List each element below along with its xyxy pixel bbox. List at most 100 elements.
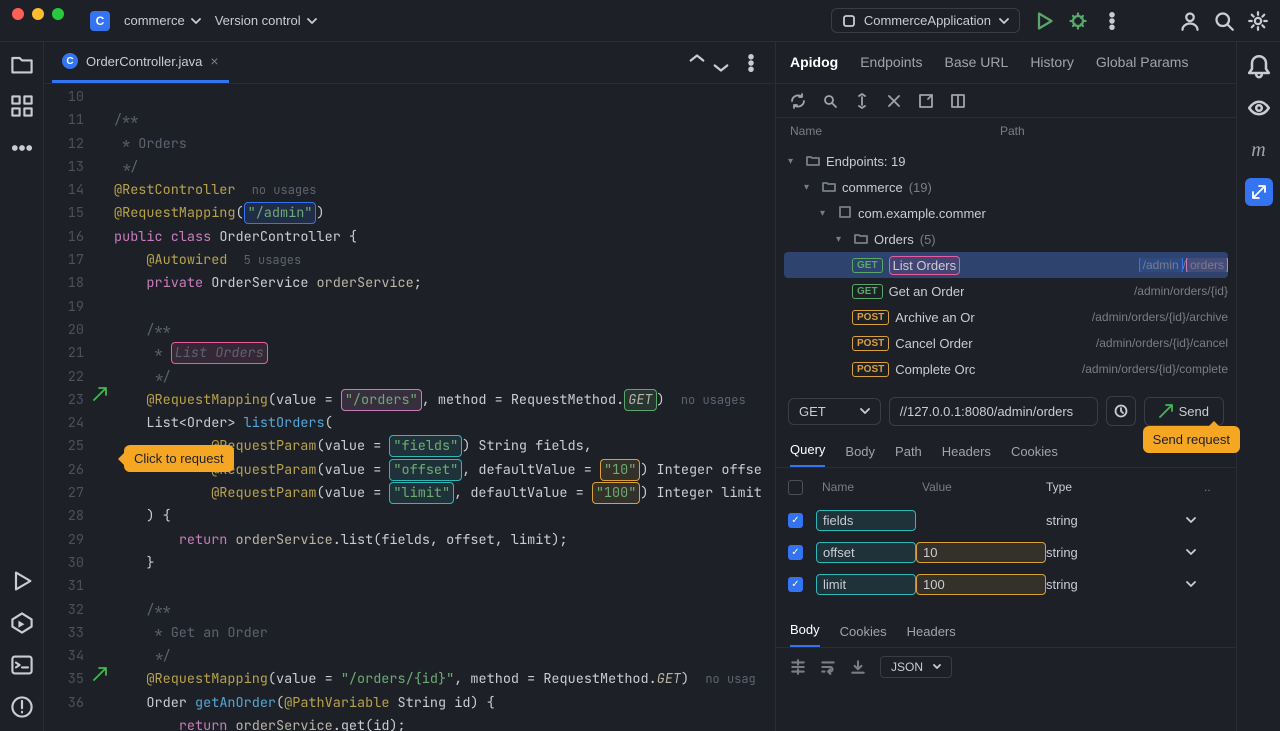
close-tab-button[interactable]: ×: [210, 53, 218, 69]
chevron-down-icon: [860, 406, 870, 416]
tree-root-endpoints[interactable]: ▾ Endpoints: 19: [784, 148, 1228, 174]
api-request-gutter-icon[interactable]: [92, 666, 108, 685]
send-icon: [1159, 404, 1173, 418]
run-button[interactable]: [1034, 11, 1054, 31]
editor-tab[interactable]: C OrderController.java ×: [52, 42, 229, 83]
param-row-offset: ✓ offset 10 string: [788, 536, 1224, 568]
services-tool-button[interactable]: [10, 611, 34, 635]
pin-button[interactable]: [918, 93, 934, 109]
editor-actions-button[interactable]: [741, 53, 761, 73]
search-button[interactable]: [1214, 11, 1234, 31]
more-actions-button[interactable]: [1102, 11, 1122, 31]
maven-button[interactable]: m: [1245, 136, 1273, 164]
problems-tool-button[interactable]: [10, 695, 34, 719]
base-url-tab[interactable]: Base URL: [945, 54, 1009, 72]
tree-endpoint-get-order[interactable]: GET Get an Order /admin/orders/{id}: [784, 278, 1228, 304]
chevron-down-icon: [999, 16, 1009, 26]
download-button[interactable]: [850, 659, 866, 675]
tree-folder-orders[interactable]: ▾ Orders (5): [784, 226, 1228, 252]
param-checkbox[interactable]: ✓: [788, 545, 803, 560]
param-type-cell[interactable]: string: [1046, 577, 1204, 592]
run-tool-button[interactable]: [10, 569, 34, 593]
gutter-icons: [96, 84, 114, 731]
apidog-app-icon[interactable]: [1245, 178, 1273, 206]
param-checkbox[interactable]: ✓: [788, 577, 803, 592]
history-button[interactable]: [1106, 396, 1136, 426]
chevron-down-icon: ▾: [820, 208, 832, 219]
chevron-down-icon: [1186, 515, 1196, 525]
headers-tab[interactable]: Headers: [942, 444, 991, 467]
search-button[interactable]: [822, 93, 838, 109]
tree-endpoint-list-orders[interactable]: GET List Orders /admin/orders: [784, 252, 1228, 278]
account-button[interactable]: [1180, 11, 1200, 31]
response-headers-tab[interactable]: Headers: [907, 624, 956, 647]
http-method-select[interactable]: GET: [788, 398, 881, 425]
query-tab[interactable]: Query: [790, 442, 825, 467]
param-checkbox[interactable]: ✓: [788, 513, 803, 528]
structure-tool-button[interactable]: [10, 94, 34, 118]
endpoints-tab[interactable]: Endpoints: [860, 54, 922, 72]
wrap-button[interactable]: [820, 659, 836, 675]
line-numbers: 1011121314151617181920212223242526272829…: [44, 84, 96, 731]
expand-collapse-button[interactable]: [854, 93, 870, 109]
vcs-label: Version control: [215, 13, 301, 28]
kebab-menu-button[interactable]: [711, 53, 731, 73]
class-icon: [838, 205, 852, 222]
left-toolbar: [0, 42, 44, 731]
code-content: /** * Orders */ @RestController no usage…: [114, 84, 775, 731]
param-name-cell[interactable]: offset: [816, 542, 916, 563]
minimize-window-icon[interactable]: [32, 8, 44, 20]
editor-pane: C OrderController.java × 101112131415161…: [44, 42, 776, 731]
param-type-cell[interactable]: string: [1046, 513, 1204, 528]
square-icon: [842, 14, 856, 28]
response-sub-tabs: Body Cookies Headers: [776, 616, 1236, 648]
param-value-cell[interactable]: 10: [916, 542, 1046, 563]
close-panel-button[interactable]: [886, 93, 902, 109]
chevron-down-icon: ▾: [836, 234, 848, 245]
param-type-cell[interactable]: string: [1046, 545, 1204, 560]
debug-button[interactable]: [1068, 11, 1088, 31]
ai-assistant-button[interactable]: [1245, 94, 1273, 122]
refresh-button[interactable]: [790, 93, 806, 109]
vcs-dropdown[interactable]: Version control: [215, 13, 317, 28]
fields-param-highlight: "fields": [389, 435, 462, 457]
more-tools-button[interactable]: [10, 136, 34, 160]
body-tab[interactable]: Body: [845, 444, 875, 467]
terminal-tool-button[interactable]: [10, 653, 34, 677]
format-button[interactable]: [790, 659, 806, 675]
settings-button[interactable]: [1248, 11, 1268, 31]
tree-folder-commerce[interactable]: ▾ commerce (19): [784, 174, 1228, 200]
tree-endpoint-complete-order[interactable]: POST Complete Orc /admin/orders/{id}/com…: [784, 356, 1228, 382]
reader-mode-button[interactable]: [687, 53, 707, 73]
notifications-button[interactable]: [1245, 52, 1273, 80]
param-name-cell[interactable]: fields: [816, 510, 916, 531]
post-method-badge: POST: [852, 336, 889, 351]
tree-endpoint-archive-order[interactable]: POST Archive an Or /admin/orders/{id}/ar…: [784, 304, 1228, 330]
code-editor[interactable]: 1011121314151617181920212223242526272829…: [44, 84, 775, 731]
tree-folder-package[interactable]: ▾ com.example.commer: [784, 200, 1228, 226]
limit-param-highlight: "limit": [389, 482, 454, 504]
apidog-tab[interactable]: Apidog: [790, 54, 838, 72]
project-tool-button[interactable]: [10, 52, 34, 76]
cookies-tab[interactable]: Cookies: [1011, 444, 1058, 467]
param-name-cell[interactable]: limit: [816, 574, 916, 595]
project-dropdown[interactable]: commerce: [124, 13, 201, 28]
global-params-tab[interactable]: Global Params: [1096, 54, 1189, 72]
param-value-cell[interactable]: 100: [916, 574, 1046, 595]
history-tab[interactable]: History: [1030, 54, 1074, 72]
layout-button[interactable]: [950, 93, 966, 109]
close-window-icon[interactable]: [12, 8, 24, 20]
list-orders-highlight: List Orders: [171, 342, 268, 364]
param-value-cell[interactable]: [916, 518, 1046, 522]
tree-endpoint-cancel-order[interactable]: POST Cancel Order /admin/orders/{id}/can…: [784, 330, 1228, 356]
request-url-input[interactable]: [889, 397, 1098, 426]
maximize-window-icon[interactable]: [52, 8, 64, 20]
format-select[interactable]: JSON: [880, 656, 952, 678]
folder-icon: [854, 231, 868, 248]
path-tab[interactable]: Path: [895, 444, 922, 467]
run-configuration-dropdown[interactable]: CommerceApplication: [831, 8, 1020, 33]
response-body-tab[interactable]: Body: [790, 622, 820, 647]
select-all-checkbox[interactable]: [788, 480, 803, 495]
response-cookies-tab[interactable]: Cookies: [840, 624, 887, 647]
api-request-gutter-icon[interactable]: [92, 386, 108, 405]
